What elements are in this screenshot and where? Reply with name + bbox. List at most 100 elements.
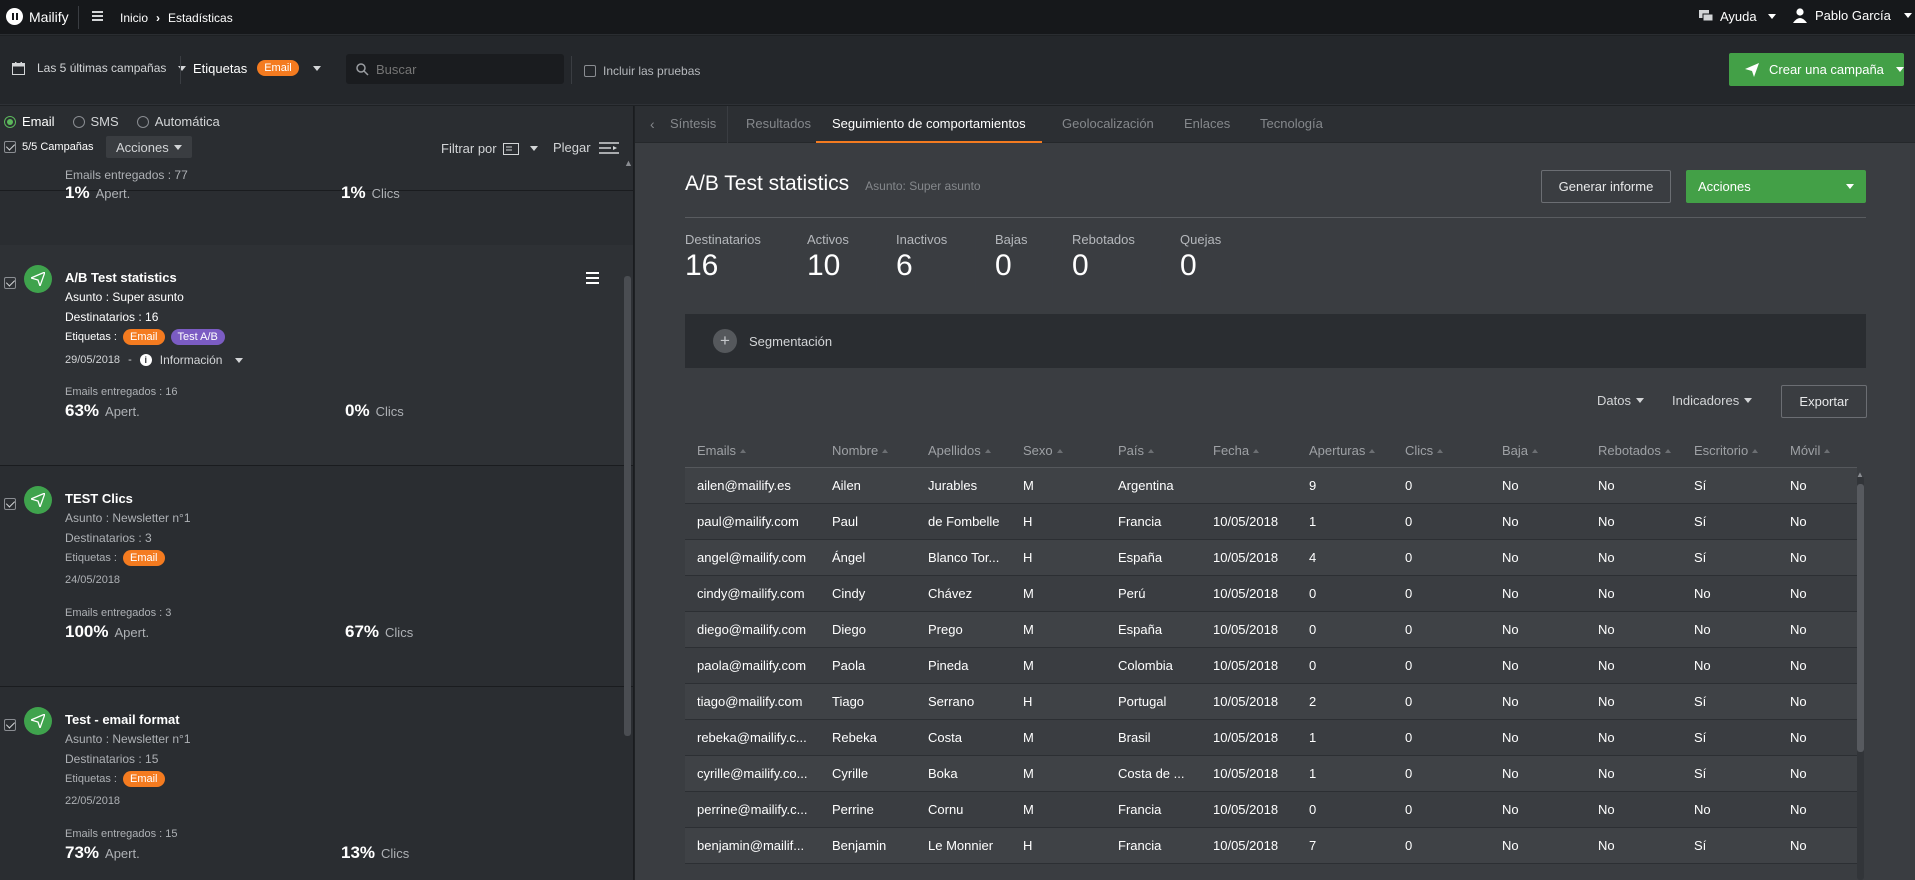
breadcrumb-home[interactable]: Inicio [120, 11, 148, 25]
hamburger-icon[interactable] [92, 11, 103, 21]
table-row[interactable]: perrine@mailify.c... Perrine Cornu M Francia… [685, 791, 1857, 828]
card-menu-icon[interactable] [586, 272, 599, 284]
campaign-card[interactable]: TEST Clics Asunto : Newsletter n°1 Desti… [0, 466, 633, 687]
table-cell: Brasil [1106, 719, 1201, 756]
tags-filter[interactable]: Etiquetas Email [193, 60, 321, 76]
select-all-checkbox[interactable] [4, 141, 16, 153]
app-logo[interactable]: Mailify [6, 8, 69, 25]
include-tests-checkbox[interactable] [584, 65, 596, 77]
campaigns-select[interactable]: Las 5 últimas campañas [12, 61, 187, 75]
table-cell: Sí [1682, 503, 1778, 540]
select-all[interactable]: 5/5 Campañas [4, 141, 94, 153]
export-button[interactable]: Exportar [1781, 385, 1867, 418]
table-cell: H [1011, 827, 1106, 864]
campaign-checkbox[interactable] [4, 719, 16, 731]
search-box[interactable] [346, 54, 564, 84]
indicators-dropdown[interactable]: Indicadores [1672, 393, 1753, 408]
add-icon[interactable]: + [713, 329, 737, 353]
table-cell: Pineda [916, 647, 1011, 684]
column-header[interactable]: Escritorio [1682, 434, 1778, 468]
campaign-title[interactable]: Test - email format [65, 712, 180, 727]
table-cell: 0 [1393, 827, 1490, 864]
create-campaign-button[interactable]: Crear una campaña [1729, 53, 1904, 86]
campaign-card[interactable]: Test - email format Asunto : Newsletter … [0, 687, 633, 880]
chevron-down-icon[interactable] [312, 65, 321, 71]
scroll-up-icon[interactable]: ▲ [624, 158, 633, 168]
calendar-icon [12, 61, 25, 75]
table-row[interactable]: paul@mailify.com Paul de Fombelle H Francia 1… [685, 503, 1857, 540]
campaign-card[interactable]: A/B Test statistics Asunto : Super asunt… [0, 245, 633, 466]
chevron-left-icon[interactable]: ‹ [650, 106, 655, 143]
table-row[interactable]: diego@mailify.com Diego Prego M España 10/05/… [685, 611, 1857, 648]
tab-synthesis[interactable]: Síntesis [670, 106, 716, 143]
tab-technology[interactable]: Tecnología [1260, 106, 1323, 143]
detail-actions-button[interactable]: Acciones [1686, 170, 1866, 203]
tab-behavior-tracking[interactable]: Seguimiento de comportamientos [816, 106, 1042, 143]
table-scrollbar[interactable] [1857, 484, 1864, 752]
column-header[interactable]: Emails [685, 434, 820, 468]
chevron-down-icon [1895, 67, 1904, 72]
campaign-title[interactable]: TEST Clics [65, 491, 133, 506]
type-email-radio[interactable]: Email [4, 114, 55, 129]
search-input[interactable] [376, 59, 556, 79]
table-row[interactable]: paola@mailify.com Paola Pineda M Colombia 10/… [685, 647, 1857, 684]
column-header[interactable]: Móvil [1778, 434, 1857, 468]
click-rate: 0% Clics [345, 401, 404, 420]
tab-links[interactable]: Enlaces [1184, 106, 1230, 143]
include-tests-toggle[interactable]: Incluir las pruebas [584, 64, 700, 78]
column-header[interactable]: Apellidos [916, 434, 1011, 468]
column-header[interactable]: Aperturas [1297, 434, 1393, 468]
column-header[interactable]: Rebotados [1586, 434, 1682, 468]
data-dropdown[interactable]: Datos [1597, 393, 1644, 408]
table-cell: Francia [1106, 827, 1201, 864]
table-cell [1201, 467, 1297, 504]
tab-geolocation[interactable]: Geolocalización [1062, 106, 1154, 143]
tab-results[interactable]: Resultados [746, 106, 811, 143]
chevron-down-icon [1767, 14, 1776, 19]
table-row[interactable]: benjamin@mailif... Benjamin Le Monnier H Fra… [685, 827, 1857, 864]
left-actions-dropdown[interactable]: Acciones [106, 136, 192, 158]
column-header[interactable]: Baja [1490, 434, 1586, 468]
fold-button[interactable]: Plegar [553, 140, 619, 155]
generate-report-button[interactable]: Generar informe [1541, 170, 1671, 203]
table-cell: Sí [1682, 755, 1778, 792]
table-cell: 0 [1393, 539, 1490, 576]
table-row[interactable]: cyrille@mailify.co... Cyrille Boka M Costa d… [685, 755, 1857, 792]
tag-badge[interactable]: Email [257, 60, 299, 76]
column-header[interactable]: País [1106, 434, 1201, 468]
table-row[interactable]: angel@mailify.com Ángel Blanco Tor... H Espa… [685, 539, 1857, 576]
list-view-icon [502, 142, 519, 155]
table-cell: Francia [1106, 791, 1201, 828]
delivered-count: Emails entregados : 77 [65, 168, 188, 182]
filter-by-dropdown[interactable]: Filtrar por [441, 141, 538, 156]
campaign-title[interactable]: A/B Test statistics [65, 270, 177, 285]
type-automatic-radio[interactable]: Automática [136, 114, 220, 129]
column-header[interactable]: Sexo [1011, 434, 1106, 468]
column-header[interactable]: Nombre [820, 434, 916, 468]
campaign-checkbox[interactable] [4, 277, 16, 289]
table-row[interactable]: tiago@mailify.com Tiago Serrano H Portugal 10… [685, 683, 1857, 720]
table-cell: 1 [1297, 503, 1393, 540]
user-menu[interactable]: Pablo García [1793, 8, 1912, 23]
open-rate: 1% Apert. [65, 183, 131, 202]
type-sms-radio[interactable]: SMS [72, 114, 119, 129]
table-row[interactable]: cindy@mailify.com Cindy Chávez M Perú 10/05/2… [685, 575, 1857, 612]
table-cell: No [1778, 503, 1857, 540]
table-cell: 0 [1297, 575, 1393, 612]
table-row[interactable]: ailen@mailify.es Ailen Jurables M Argentina 9… [685, 467, 1857, 504]
column-header[interactable]: Fecha [1201, 434, 1297, 468]
table-cell: Le Monnier [916, 827, 1011, 864]
segmentation-bar[interactable]: + Segmentación [685, 314, 1866, 368]
help-menu[interactable]: Ayuda [1699, 9, 1776, 24]
stat-inactive: Inactivos 6 [896, 232, 948, 282]
table-cell: ailen@mailify.es [685, 467, 820, 504]
tag-badge: Email [122, 771, 165, 787]
table-cell: No [1682, 611, 1778, 648]
info-dropdown[interactable]: Información [160, 353, 223, 367]
column-header[interactable]: Clics [1393, 434, 1490, 468]
campaign-checkbox[interactable] [4, 498, 16, 510]
table-cell: paul@mailify.com [685, 503, 820, 540]
left-scrollbar[interactable] [624, 276, 631, 736]
scroll-up-icon[interactable]: ▲ [1856, 470, 1864, 479]
table-row[interactable]: rebeka@mailify.c... Rebeka Costa M Brasil 10/… [685, 719, 1857, 756]
